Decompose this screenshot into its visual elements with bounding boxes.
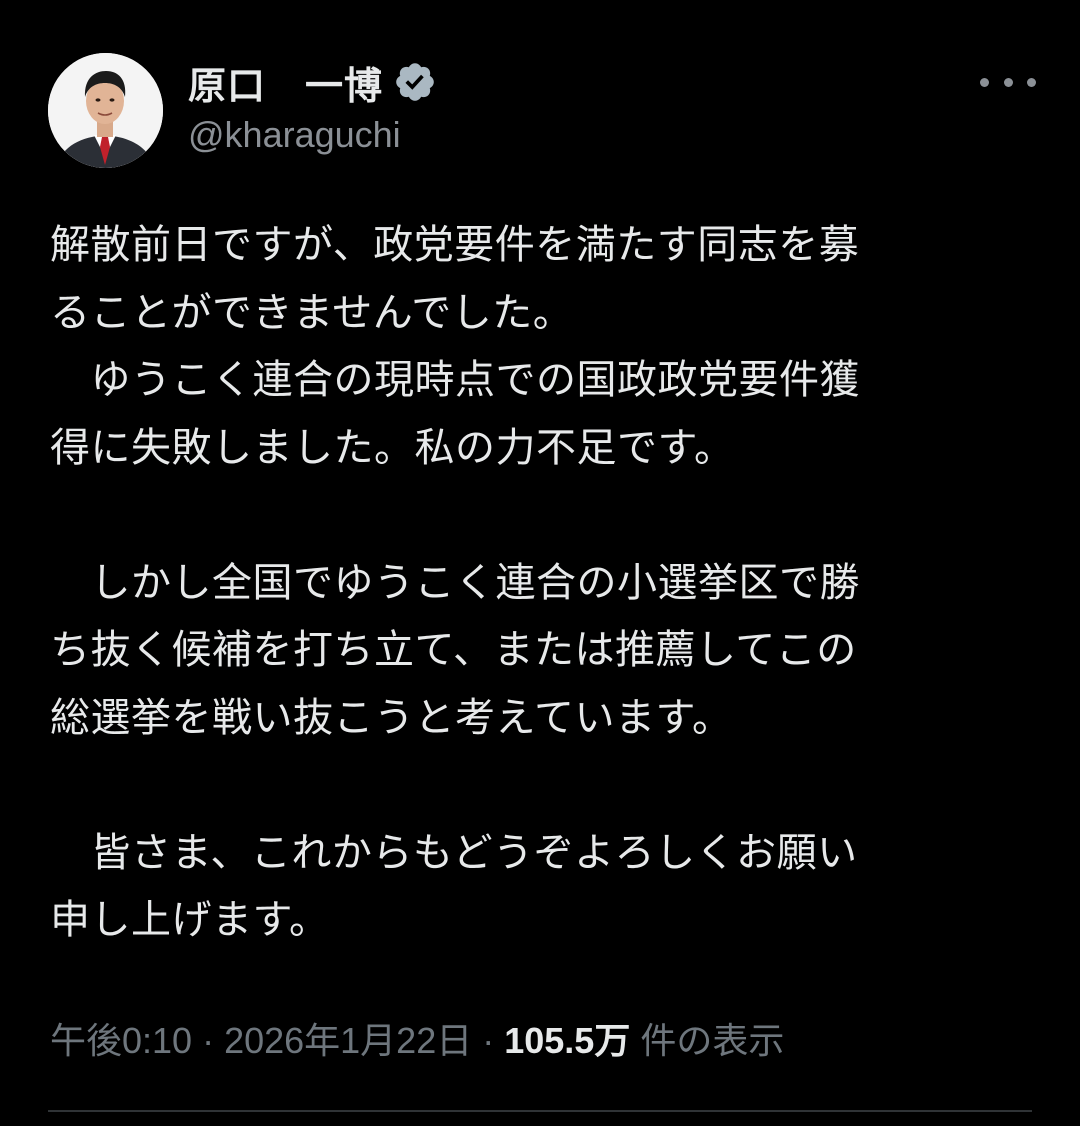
views-count[interactable]: 105.5万	[504, 1012, 630, 1064]
more-horizontal-icon	[980, 77, 989, 87]
meta-separator: ·	[472, 1020, 505, 1061]
author-display-name[interactable]: 原口 一博	[188, 55, 383, 110]
views-label: 件の表示	[630, 1020, 785, 1061]
tweet-text: 解散前日ですが、政党要件を満たす同志を募 ることができませんでした。 ゆうこく連…	[50, 212, 1030, 955]
tweet-date[interactable]: 2026年1月22日	[224, 1012, 472, 1064]
tweet-line: ることができませんでした。	[50, 289, 574, 336]
tweet-line: 得に失敗しました。私の力不足です。	[50, 424, 735, 471]
author-handle[interactable]: @kharaguchi	[188, 114, 401, 156]
tweet-line: ゆうこく連合の現時点での国政政党要件獲	[50, 357, 860, 403]
tweet-line: 申し上げます。	[50, 897, 330, 943]
tweet-line: しかし全国でゆうこく連合の小選挙区で勝	[50, 559, 860, 606]
tweet-line: 皆さま、これからもどうぞよろしくお願い	[50, 829, 858, 876]
avatar[interactable]	[48, 53, 163, 168]
paragraph-break	[50, 482, 1030, 550]
tweet-meta: 午後0:10 · 2026年1月22日 · 105.5万 件の表示	[50, 1012, 784, 1064]
more-options-button[interactable]	[980, 64, 1036, 100]
tweet-detail: 原口 一博 @kharaguchi 解散前日ですが、政党要件を満たす同志を募 る…	[0, 0, 1080, 1126]
divider	[48, 1110, 1032, 1112]
more-horizontal-icon	[1027, 77, 1036, 87]
tweet-line: 解散前日ですが、政党要件を満たす同志を募	[50, 222, 860, 268]
tweet-line: ち抜く候補を打ち立て、または推薦してこの	[50, 627, 857, 673]
tweet-line: 総選挙を戦い抜こうと考えています。	[50, 694, 733, 741]
verified-badge-icon[interactable]	[393, 60, 437, 104]
tweet-time[interactable]: 午後0:10	[50, 1012, 192, 1064]
more-horizontal-icon	[1003, 77, 1013, 87]
paragraph-break	[50, 752, 1030, 820]
author-name-row[interactable]: 原口 一博	[188, 56, 437, 108]
avatar-photo	[48, 53, 163, 168]
meta-separator: ·	[192, 1020, 225, 1061]
